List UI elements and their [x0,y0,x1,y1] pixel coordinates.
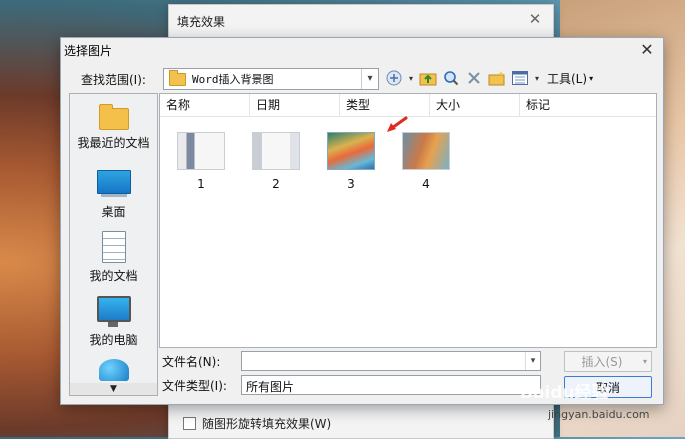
search-web-button[interactable] [441,68,461,88]
sidebar-item-documents[interactable]: 我的文档 [70,231,157,284]
checkbox-box[interactable] [183,417,196,430]
file-name: 3 [347,177,355,191]
file-name: 1 [197,177,205,191]
tools-menu-button[interactable]: 工具(L) ▾ [544,70,596,87]
sidebar-item-network[interactable] [70,359,157,381]
file-item[interactable]: 1 [171,132,231,191]
fill-effects-close-button[interactable]: ✕ [525,9,545,29]
column-name[interactable]: 名称 [160,94,250,116]
delete-icon [468,72,480,84]
chevron-down-icon[interactable]: ▾ [361,69,378,89]
insert-button-label: 插入(S) [581,355,623,369]
tools-chevron-icon: ▾ [589,73,594,83]
back-icon [386,70,402,86]
insert-dropdown-icon[interactable]: ▾ [639,357,651,366]
sidebar-item-label: 我的电脑 [89,333,138,347]
file-item[interactable]: 2 [246,132,306,191]
image-thumbnail [402,132,450,170]
new-folder-button[interactable] [487,68,507,88]
back-dropdown-icon[interactable]: ▾ [407,74,415,83]
image-thumbnail [327,132,375,170]
file-type-select[interactable]: 所有图片 [241,375,541,395]
file-name-label: 文件名(N): [162,355,221,369]
column-tags[interactable]: 标记 [520,94,656,116]
sidebar-item-recent[interactable]: 我最近的文档 [70,104,157,151]
search-icon [444,71,459,86]
up-folder-button[interactable] [418,68,438,88]
select-picture-dialog: 选择图片 ✕ 查找范围(I): Word插入背景图 ▾ ▾ ▾ 工具(L) ▾ [60,37,664,405]
rotate-with-shape-label: 随图形旋转填充效果(W) [202,417,332,431]
tools-label: 工具(L) [547,71,588,86]
watermark-logo: Baidu经验 [520,383,609,403]
computer-icon [96,296,131,327]
column-size[interactable]: 大小 [430,94,520,116]
file-type-label: 文件类型(I): [162,379,227,393]
file-item[interactable]: 4 [396,132,456,191]
file-list: 名称 日期 类型 大小 标记 1 2 3 4 [159,93,657,348]
places-bar: 我最近的文档 桌面 我的文档 我的电脑 ▼ [69,93,158,396]
sidebar-item-label: 我最近的文档 [77,136,150,150]
places-scroll-down-button[interactable]: ▼ [70,383,157,395]
watermark-url: jingyan.baidu.com [548,408,650,421]
file-item[interactable]: 3 [321,132,381,191]
sidebar-item-label: 桌面 [101,205,126,219]
dialog-title: 选择图片 [64,44,113,58]
rotate-with-shape-checkbox[interactable]: 随图形旋转填充效果(W) [183,415,331,432]
fill-effects-title: 填充效果 [177,15,226,29]
file-name-input[interactable]: ▾ [241,351,541,371]
column-type[interactable]: 类型 [340,94,430,116]
insert-button[interactable]: 插入(S) ▾ [564,351,652,372]
column-date[interactable]: 日期 [250,94,340,116]
look-in-label: 查找范围(I): [81,73,146,87]
file-name: 2 [272,177,280,191]
up-folder-icon [419,73,437,86]
image-thumbnail [252,132,300,170]
views-button[interactable] [510,68,530,88]
sidebar-item-desktop[interactable]: 桌面 [70,170,157,220]
dialog-toolbar: ▾ ▾ 工具(L) ▾ [384,68,596,88]
image-thumbnail [177,132,225,170]
back-button[interactable] [384,68,404,88]
sidebar-item-computer[interactable]: 我的电脑 [70,296,157,348]
network-icon [98,359,129,381]
look-in-value: Word插入背景图 [192,73,274,86]
documents-icon [101,231,126,263]
chevron-down-icon[interactable]: ▾ [525,352,540,370]
delete-button[interactable] [464,68,484,88]
tools-dropdown-arrow-icon[interactable]: ▾ [533,74,541,83]
file-type-value: 所有图片 [246,380,295,394]
red-arrow-annotation-icon [387,116,408,132]
file-name: 4 [422,177,430,191]
sidebar-item-label: 我的文档 [89,269,138,283]
views-icon [512,71,528,85]
folder-icon [169,69,186,86]
column-header-row: 名称 日期 类型 大小 标记 [160,94,656,117]
recent-folder-icon [98,104,129,130]
dialog-close-button[interactable]: ✕ [637,40,657,60]
new-folder-icon [488,71,505,86]
look-in-combobox[interactable]: Word插入背景图 ▾ [163,68,379,90]
desktop-icon [96,170,131,197]
